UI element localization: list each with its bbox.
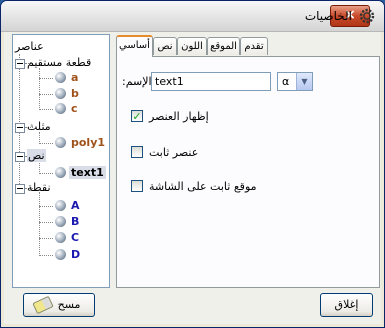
eraser-icon — [32, 295, 54, 315]
tab-color[interactable]: اللون — [177, 37, 207, 55]
title-bar: × الخاصيات — [1, 1, 384, 32]
object-visible-icon — [55, 200, 66, 211]
absolute-position-label: موقع ثابت على الشاشة — [149, 180, 257, 193]
tab-advanced[interactable]: تقدم — [240, 37, 268, 55]
object-tree[interactable]: عناصر قطعة مستقيم a b c مثلث poly1 نص te… — [12, 34, 110, 288]
tree-group-text[interactable]: نص — [27, 149, 46, 162]
dialog-body: عناصر قطعة مستقيم a b c مثلث poly1 نص te… — [4, 32, 381, 324]
collapse-toggle[interactable] — [15, 123, 25, 133]
alpha-symbol: α — [282, 75, 290, 88]
object-visible-icon — [55, 249, 66, 260]
tab-text[interactable]: نص — [153, 37, 177, 55]
fix-object-label: عنصر ثابت — [149, 146, 199, 159]
object-visible-icon — [55, 72, 66, 83]
tree-group-triangle[interactable]: مثلث — [27, 120, 51, 133]
absolute-position-checkbox[interactable] — [131, 180, 143, 192]
properties-dialog: × الخاصيات عناصر قطعة مستقيم a b c مثلث … — [0, 0, 385, 328]
gear-icon — [359, 8, 375, 24]
object-visible-icon — [55, 88, 66, 99]
name-label: الإسم: — [122, 75, 152, 88]
collapse-toggle[interactable] — [15, 184, 25, 194]
show-object-label: إظهار العنصر — [149, 110, 209, 123]
tree-group-point[interactable]: نقطة — [27, 181, 51, 194]
delete-button[interactable]: مسح — [23, 293, 95, 317]
name-field[interactable] — [151, 72, 271, 91]
show-object-checkbox[interactable]: ✓ — [131, 110, 143, 122]
object-visible-icon — [55, 167, 66, 178]
collapse-toggle[interactable] — [15, 152, 25, 162]
tree-group-segment[interactable]: قطعة مستقيم — [27, 56, 91, 69]
object-visible-icon — [55, 232, 66, 243]
symbol-dropdown[interactable]: α ▼ — [277, 72, 313, 91]
object-visible-icon — [55, 103, 66, 114]
tab-basic[interactable]: أساسي — [116, 35, 153, 57]
tree-root-label: عناصر — [15, 40, 44, 53]
fix-object-checkbox[interactable] — [131, 146, 143, 158]
object-visible-icon — [55, 216, 66, 227]
chevron-down-icon: ▼ — [296, 73, 312, 90]
object-visible-icon — [55, 137, 66, 148]
tab-position[interactable]: الموقع — [207, 37, 240, 55]
collapse-toggle[interactable] — [15, 59, 25, 69]
close-button[interactable]: إغلاق — [320, 293, 373, 317]
window-title: الخاصيات — [304, 9, 352, 23]
